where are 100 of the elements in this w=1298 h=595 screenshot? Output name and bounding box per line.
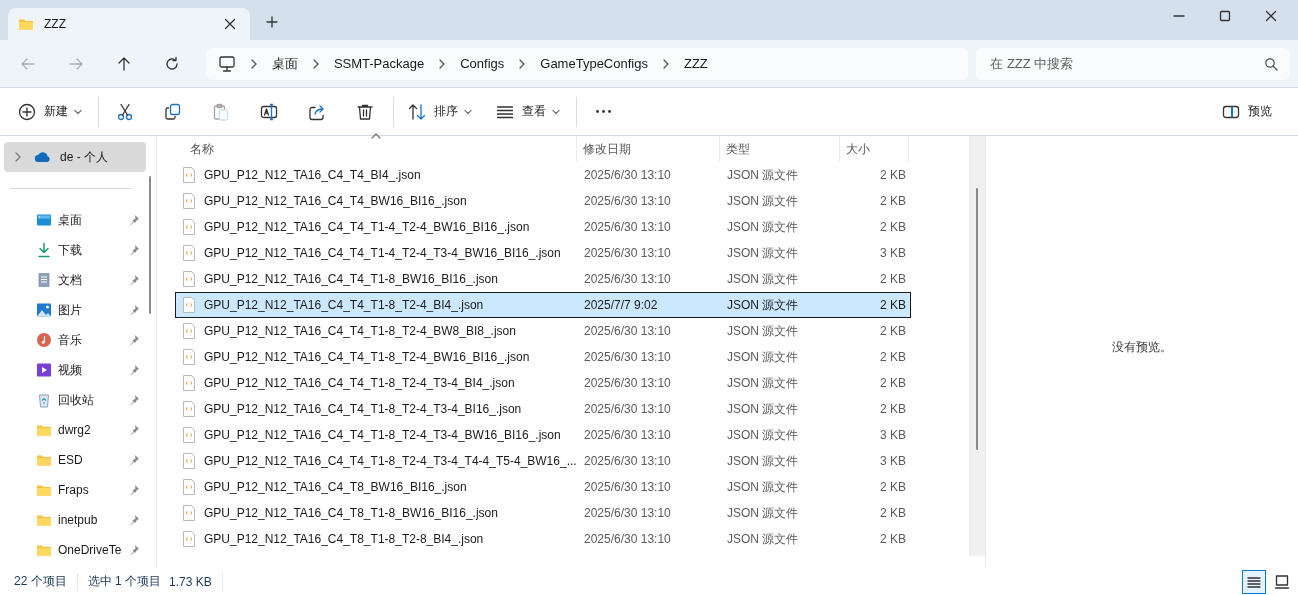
search-field[interactable]: 在 ZZZ 中搜索 — [976, 47, 1290, 80]
file-type: JSON 源文件 — [726, 192, 800, 210]
file-row[interactable]: GPU_P12_N12_TA16_C4_T4_T1-8_T2-4_BI4_.json 2025/7/7 9:02 JSON 源文件 2 KB — [175, 292, 911, 318]
rename-icon — [260, 102, 278, 121]
sidebar-item[interactable]: 下载 — [4, 235, 146, 265]
modified-date: 2025/6/30 13:10 — [583, 428, 672, 442]
file-size: 2 KB — [879, 220, 907, 234]
file-name: GPU_P12_N12_TA16_C4_T4_T1-8_T2-4_T3-4_BI16_.json — [204, 402, 522, 416]
file-type: JSON 源文件 — [726, 166, 800, 184]
sidebar-item[interactable]: Fraps — [4, 475, 146, 505]
sidebar-item[interactable]: OneDriveTe — [4, 535, 146, 565]
breadcrumb[interactable]: 桌面 — [271, 54, 298, 73]
close-icon — [1265, 10, 1277, 22]
modified-date: 2025/7/7 9:02 — [583, 298, 659, 312]
modified-date: 2025/6/30 13:10 — [583, 168, 672, 182]
file-icon — [182, 531, 196, 547]
file-name: GPU_P12_N12_TA16_C4_T4_T1-4_T2-4_T3-4_BW16_BI16_.json — [204, 246, 561, 260]
file-row[interactable]: GPU_P12_N12_TA16_C4_T4_T1-8_T2-4_T3-4_T4-4_T5-4_BW16_... 2025/6/30 13:10 JSON 源文件 3 KB — [175, 448, 911, 474]
copy-icon — [164, 102, 182, 121]
file-size: 2 KB — [879, 168, 907, 182]
file-name: GPU_P12_N12_TA16_C4_T8_T1-8_T2-8_BI4_.json — [204, 532, 484, 546]
download-icon — [36, 242, 52, 258]
window-tab[interactable]: ZZZ — [8, 8, 250, 40]
sidebar-item[interactable]: de - 个人 — [4, 142, 146, 172]
file-type: JSON 源文件 — [726, 452, 800, 470]
sidebar-item[interactable]: 视频 — [4, 355, 146, 385]
file-name: GPU_P12_N12_TA16_C4_T4_T1-8_T2-4_T3-4_T4-4_T5-4_BW16_... — [204, 454, 577, 468]
scrollbar-thumb[interactable] — [976, 188, 978, 450]
modified-date: 2025/6/30 13:10 — [583, 220, 672, 234]
file-icon — [182, 297, 196, 313]
breadcrumb[interactable]: ZZZ — [683, 56, 708, 71]
sidebar-item[interactable]: dwrg2 — [4, 415, 146, 445]
file-icon — [182, 271, 196, 287]
file-size: 2 KB — [879, 350, 907, 364]
file-row[interactable]: GPU_P12_N12_TA16_C4_T8_BW16_BI16_.json 2025/6/30 13:10 JSON 源文件 2 KB — [175, 474, 911, 500]
file-type: JSON 源文件 — [726, 218, 800, 236]
breadcrumb[interactable]: Configs — [460, 56, 505, 71]
file-row[interactable]: GPU_P12_N12_TA16_C4_T4_T1-8_T2-4_T3-4_BW16_BI16_.json 2025/6/30 13:10 JSON 源文件 3 KB — [175, 422, 911, 448]
modified-date: 2025/6/30 13:10 — [583, 506, 672, 520]
sort-menu-button[interactable]: 排序 — [400, 95, 480, 128]
file-icon — [182, 167, 196, 183]
more-icon — [595, 110, 611, 113]
scissors-icon — [116, 102, 134, 121]
file-name: GPU_P12_N12_TA16_C4_T8_BW16_BI16_.json — [204, 480, 467, 494]
file-size: 2 KB — [879, 480, 907, 494]
file-row[interactable]: GPU_P12_N12_TA16_C4_T4_T1-8_T2-4_BW16_BI16_.json 2025/6/30 13:10 JSON 源文件 2 KB — [175, 344, 911, 370]
file-name: GPU_P12_N12_TA16_C4_T4_T1-8_BW16_BI16_.json — [204, 272, 498, 286]
preview-pane-button[interactable]: 预览 — [1214, 95, 1280, 128]
file-row[interactable]: GPU_P12_N12_TA16_C4_T4_T1-4_T2-4_T3-4_BW16_BI16_.json 2025/6/30 13:10 JSON 源文件 3 KB — [175, 240, 911, 266]
file-name: GPU_P12_N12_TA16_C4_T4_BI4_.json — [204, 168, 421, 182]
modified-date: 2025/6/30 13:10 — [583, 454, 672, 468]
file-name: GPU_P12_N12_TA16_C4_T4_T1-4_T2-4_BW16_BI16_.json — [204, 220, 530, 234]
file-type: JSON 源文件 — [726, 348, 800, 366]
sidebar-item[interactable]: 文档 — [4, 265, 146, 295]
file-row[interactable]: GPU_P12_N12_TA16_C4_T4_BW16_BI16_.json 2025/6/30 13:10 JSON 源文件 2 KB — [175, 188, 911, 214]
plus-circle-icon — [18, 102, 36, 121]
file-size: 2 KB — [879, 194, 907, 208]
file-row[interactable]: GPU_P12_N12_TA16_C4_T4_T1-4_T2-4_BW16_BI16_.json 2025/6/30 13:10 JSON 源文件 2 KB — [175, 214, 911, 240]
file-row[interactable]: GPU_P12_N12_TA16_C4_T4_T1-8_BW16_BI16_.json 2025/6/30 13:10 JSON 源文件 2 KB — [175, 266, 911, 292]
file-size: 3 KB — [879, 454, 907, 468]
modified-date: 2025/6/30 13:10 — [583, 480, 672, 494]
file-row[interactable]: GPU_P12_N12_TA16_C4_T8_T1-8_T2-8_BI4_.json 2025/6/30 13:10 JSON 源文件 2 KB — [175, 526, 911, 552]
file-row[interactable]: GPU_P12_N12_TA16_C4_T4_T1-8_T2-4_T3-4_BI4_.json 2025/6/30 13:10 JSON 源文件 2 KB — [175, 370, 911, 396]
column-header[interactable]: 类型 — [720, 136, 840, 162]
breadcrumb[interactable]: GameTypeConfigs — [540, 56, 648, 71]
desktop-icon — [36, 212, 52, 228]
column-header[interactable]: 名称 — [175, 136, 577, 162]
file-row[interactable]: GPU_P12_N12_TA16_C4_T4_BI4_.json 2025/6/30 13:10 JSON 源文件 2 KB — [175, 162, 911, 188]
caret-icon — [464, 108, 472, 115]
sidebar-item[interactable]: 图片 — [4, 295, 146, 325]
file-name: GPU_P12_N12_TA16_C4_T4_T1-8_T2-4_BW16_BI16_.json — [204, 350, 530, 364]
file-name: GPU_P12_N12_TA16_C4_T4_T1-8_T2-4_T3-4_BW16_BI16_.json — [204, 428, 561, 442]
preview-message: 没有预览。 — [1112, 338, 1172, 356]
scrollbar-thumb[interactable] — [149, 176, 151, 314]
modified-date: 2025/6/30 13:10 — [583, 532, 672, 546]
close-icon — [224, 18, 236, 30]
sidebar-item[interactable]: 回收站 — [4, 385, 146, 415]
file-name: GPU_P12_N12_TA16_C4_T4_T1-8_T2-4_T3-4_BI4_.json — [204, 376, 515, 390]
sidebar-item[interactable]: 桌面 — [4, 205, 146, 235]
file-icon — [182, 375, 196, 391]
item-count: 22 个项目 — [14, 573, 67, 590]
address-bar[interactable]: 桌面 SSMT-Package Configs GameTypeConfigs ZZZ — [205, 47, 969, 80]
recycle-bin-icon — [36, 392, 52, 408]
file-type: JSON 源文件 — [726, 426, 800, 444]
sidebar-item[interactable]: inetpub — [4, 505, 146, 535]
file-size: 3 KB — [879, 428, 907, 442]
sidebar-item[interactable]: ESD — [4, 445, 146, 475]
file-row[interactable]: GPU_P12_N12_TA16_C4_T8_T1-8_BW16_BI16_.json 2025/6/30 13:10 JSON 源文件 2 KB — [175, 500, 911, 526]
file-size: 2 KB — [879, 532, 907, 546]
file-row[interactable]: GPU_P12_N12_TA16_C4_T4_T1-8_T2-4_BW8_BI8_.json 2025/6/30 13:10 JSON 源文件 2 KB — [175, 318, 911, 344]
details-view-button[interactable] — [1242, 569, 1266, 594]
list-menu-button[interactable]: 查看 — [488, 95, 568, 128]
column-header[interactable]: 修改日期 — [577, 136, 720, 162]
plus-circle-menu-button[interactable]: 新建 — [10, 95, 90, 128]
monitor-icon — [217, 54, 236, 73]
column-header[interactable]: 大小 — [840, 136, 909, 162]
file-row[interactable]: GPU_P12_N12_TA16_C4_T4_T1-8_T2-4_T3-4_BI16_.json 2025/6/30 13:10 JSON 源文件 2 KB — [175, 396, 911, 422]
breadcrumb[interactable]: SSMT-Package — [333, 56, 425, 71]
sidebar-item[interactable]: 音乐 — [4, 325, 146, 355]
modified-date: 2025/6/30 13:10 — [583, 350, 672, 364]
